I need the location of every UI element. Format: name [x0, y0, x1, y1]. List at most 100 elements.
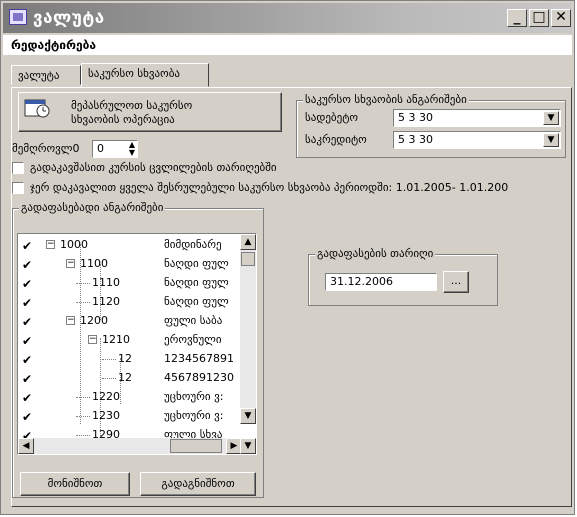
- account-code: 1110: [92, 276, 120, 289]
- tree-horizontal-scrollbar[interactable]: ◀ ▶: [18, 438, 242, 454]
- credit-account-select[interactable]: 5 3 30 ▼: [393, 131, 561, 149]
- account-name: 4567891230: [164, 371, 234, 384]
- period-spinner[interactable]: 0 ▲ ▼: [92, 140, 138, 158]
- checkmark-icon[interactable]: ✔: [22, 391, 32, 405]
- collapse-icon[interactable]: −: [46, 240, 55, 249]
- revaluation-date-field[interactable]: 31.12.2006: [325, 273, 437, 291]
- account-code: 12: [118, 371, 132, 384]
- tab-exchange-difference[interactable]: საკურსო სხვაობა: [81, 63, 209, 87]
- revaluable-accounts-legend: გადაფასებადი ანგარიშები: [19, 201, 166, 214]
- scroll-thumb[interactable]: [241, 252, 255, 266]
- title-bar[interactable]: ვალუტა _ □ ✕: [3, 3, 572, 33]
- chevron-down-icon[interactable]: ▼: [543, 133, 559, 147]
- menu-bar: რედაქტირება: [3, 35, 572, 55]
- tree-row[interactable]: ✔ 1110 ნაღდი ფულ: [18, 274, 242, 293]
- account-name: ფული საბა: [164, 314, 223, 327]
- checkmark-icon[interactable]: ✔: [22, 277, 32, 291]
- calendar-clock-icon: [24, 99, 50, 118]
- menu-edit[interactable]: რედაქტირება: [11, 38, 96, 52]
- compute-label-1: მეპასრულოთ საკურსო: [71, 99, 193, 112]
- cancel-differences-checkbox[interactable]: [12, 182, 24, 194]
- account-name: ეროვნული: [164, 333, 222, 346]
- checkmark-icon[interactable]: ✔: [22, 296, 32, 310]
- collapse-icon[interactable]: −: [66, 316, 75, 325]
- debit-label: სადებეტო: [305, 111, 359, 124]
- scroll-left-icon[interactable]: ◀: [18, 438, 34, 454]
- cancel-differences-label: ჯერ დაკავალით ყველა შესრულებული საკურსო …: [30, 181, 509, 194]
- select-all-button[interactable]: მონიშნოთ: [20, 472, 130, 496]
- tree-row[interactable]: ✔ −1000 მიმდინარე: [18, 236, 242, 255]
- account-code: 1220: [92, 390, 120, 403]
- account-code: 1230: [92, 409, 120, 422]
- tree-line: [76, 283, 90, 284]
- window-title: ვალუტა: [33, 8, 105, 28]
- checkmark-icon[interactable]: ✔: [22, 258, 32, 272]
- tree-vertical-scrollbar[interactable]: ▲ ▼: [240, 234, 256, 424]
- tree-line: [102, 378, 116, 379]
- tree-line: [102, 359, 116, 360]
- tree-row[interactable]: ✔ −1210 ეროვნული: [18, 331, 242, 350]
- credit-account-value: 5 3 30: [398, 133, 433, 146]
- date-browse-button[interactable]: ...: [443, 271, 469, 293]
- account-code: 1000: [60, 238, 88, 251]
- checkmark-icon[interactable]: ✔: [22, 410, 32, 424]
- tree-line: [76, 435, 90, 436]
- period-value: 0: [97, 142, 104, 155]
- tree-line: [76, 416, 90, 417]
- account-code: 1120: [92, 295, 120, 308]
- scroll-up-icon[interactable]: ▲: [240, 234, 256, 250]
- tree-row[interactable]: ✔ −1200 ფული საბა: [18, 312, 242, 331]
- scroll-down-icon[interactable]: ▼: [240, 408, 256, 424]
- debit-account-select[interactable]: 5 3 30 ▼: [393, 109, 561, 127]
- main-window: ვალუტა _ □ ✕ რედაქტირება ვალუტა საკურსო …: [0, 0, 575, 515]
- account-name: უცხოური ვ:: [164, 409, 224, 422]
- collapse-icon[interactable]: −: [88, 335, 97, 344]
- checkmark-icon[interactable]: ✔: [22, 315, 32, 329]
- close-button[interactable]: ✕: [551, 9, 571, 27]
- account-name: 1234567891: [164, 352, 234, 365]
- account-code: 1210: [102, 333, 130, 346]
- checkmark-icon[interactable]: ✔: [22, 334, 32, 348]
- tree-line: [76, 397, 90, 398]
- account-code: 12: [118, 352, 132, 365]
- account-code: 1200: [80, 314, 108, 327]
- account-name: ნაღდი ფულ: [164, 276, 229, 289]
- unselect-all-button[interactable]: გადაგნიშნოთ: [140, 472, 256, 496]
- account-name: მიმდინარე: [164, 238, 222, 251]
- scroll-corner-down-icon[interactable]: ▼: [240, 438, 256, 454]
- debit-account-value: 5 3 30: [398, 111, 433, 124]
- tree-row[interactable]: ✔ 1230 უცხოური ვ:: [18, 407, 242, 426]
- rate-change-label: გადაკავშასით კურსის ცვლილების თარიღებში: [30, 161, 277, 174]
- tab-currency[interactable]: ვალუტა: [11, 65, 81, 85]
- revaluation-date-group: გადაფასების თარიღი 31.12.2006 ...: [308, 247, 498, 306]
- account-code: 1100: [80, 257, 108, 270]
- period-label: მემღროვლ0: [12, 142, 80, 155]
- hscroll-thumb[interactable]: [170, 439, 222, 453]
- revaluation-date-legend: გადაფასების თარიღი: [315, 247, 436, 260]
- accounts-group: საკურსო სხვაობის ანგარიშები სადებეტო 5 3…: [296, 93, 566, 158]
- spin-arrows-icon[interactable]: ▲ ▼: [129, 141, 135, 157]
- maximize-button[interactable]: □: [529, 9, 549, 27]
- tree-row[interactable]: ✔ 12 4567891230: [18, 369, 242, 388]
- tree-row[interactable]: ✔ 1220 უცხოური ვ:: [18, 388, 242, 407]
- accounts-tree[interactable]: ✔ −1000 მიმდინარე ✔ −1100 ნაღდი ფულ ✔ 1110 ნაღდი…: [17, 233, 257, 455]
- chevron-down-icon[interactable]: ▼: [543, 111, 559, 125]
- compute-label-2: სხვაობის ოპერაცია: [71, 113, 175, 126]
- tree-row[interactable]: ✔ 12 1234567891: [18, 350, 242, 369]
- tree-row[interactable]: ✔ 1120 ნაღდი ფულ: [18, 293, 242, 312]
- account-name: უცხოური ვ:: [164, 390, 224, 403]
- checkmark-icon[interactable]: ✔: [22, 353, 32, 367]
- account-name: ნაღდი ფულ: [164, 257, 229, 270]
- rate-change-checkbox[interactable]: [12, 162, 24, 174]
- tree-row[interactable]: ✔ −1100 ნაღდი ფულ: [18, 255, 242, 274]
- app-icon: [9, 9, 27, 25]
- checkmark-icon[interactable]: ✔: [22, 372, 32, 386]
- compute-difference-button[interactable]: მეპასრულოთ საკურსო სხვაობის ოპერაცია: [18, 92, 282, 132]
- accounts-group-legend: საკურსო სხვაობის ანგარიშები: [303, 93, 469, 106]
- minimize-button[interactable]: _: [507, 9, 527, 27]
- credit-label: საკრედიტო: [305, 133, 367, 146]
- checkmark-icon[interactable]: ✔: [22, 239, 32, 253]
- account-name: ნაღდი ფულ: [164, 295, 229, 308]
- collapse-icon[interactable]: −: [66, 259, 75, 268]
- tree-line: [76, 302, 90, 303]
